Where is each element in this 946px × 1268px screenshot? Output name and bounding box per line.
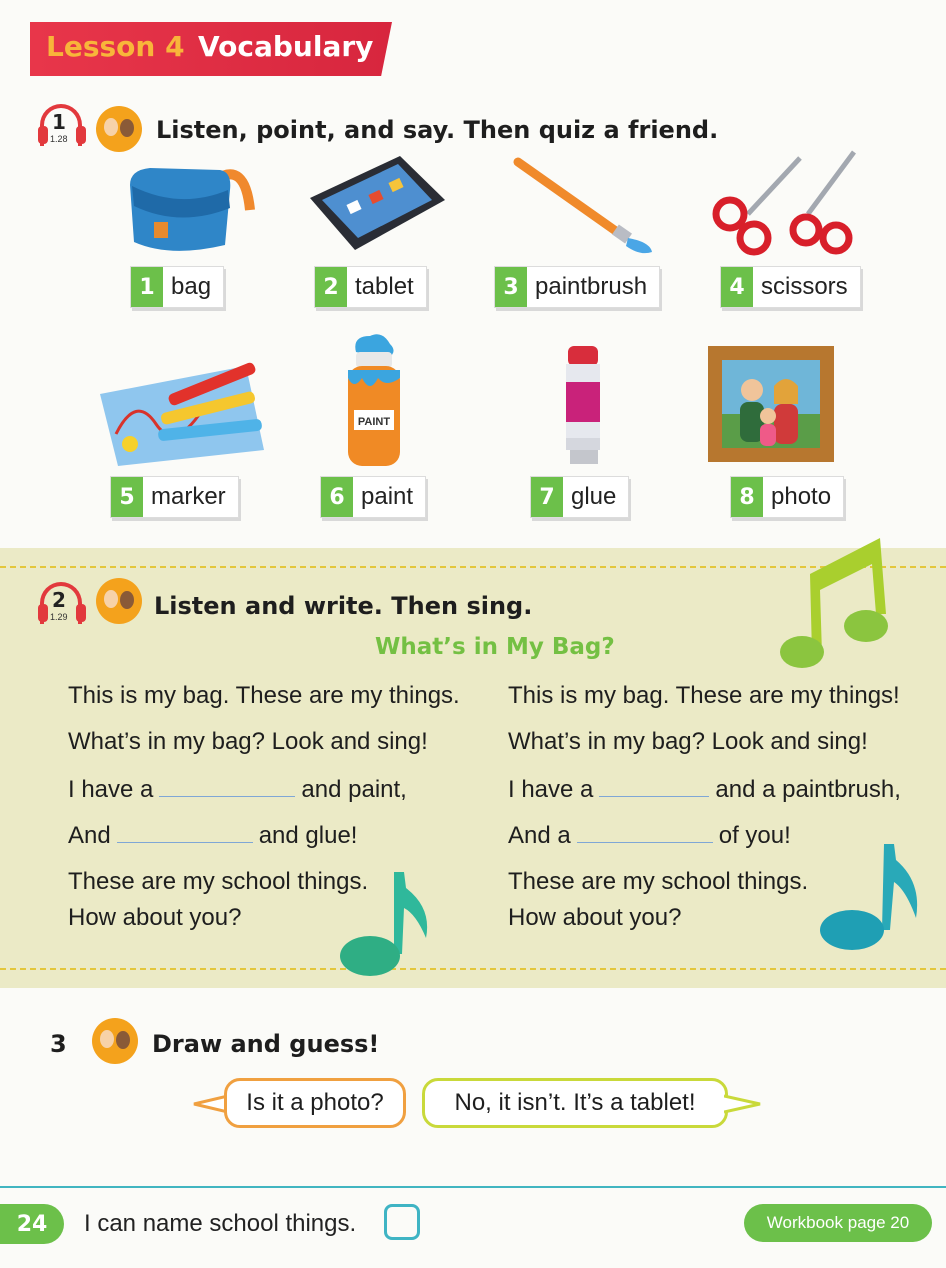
can-do-statement: I can name school things. xyxy=(84,1210,357,1237)
vocab-word: paintbrush xyxy=(535,273,648,300)
self-check-checkbox[interactable] xyxy=(384,1204,420,1240)
vocab-word: paint xyxy=(361,483,414,510)
track-number: 2 xyxy=(52,588,66,612)
lesson-number: Lesson 4 xyxy=(46,30,185,63)
paintbrush-icon xyxy=(513,157,652,254)
speech-tail-icon xyxy=(193,1094,228,1114)
vocab-label-1: 1 bag xyxy=(130,266,225,308)
vocab-word: bag xyxy=(171,273,212,300)
vocab-label-5: 5 marker xyxy=(110,476,239,518)
song-title: What’s in My Bag? xyxy=(375,634,615,660)
track-number: 1 xyxy=(52,110,66,134)
photo-icon xyxy=(708,346,834,462)
vocab-label-6: 6 paint xyxy=(320,476,427,518)
track-code: 1.29 xyxy=(50,612,68,622)
lyric-line: How about you? xyxy=(508,904,682,931)
lyric-line: I have a and paint, xyxy=(68,774,407,803)
divider xyxy=(0,968,946,970)
footer-divider xyxy=(0,1186,946,1188)
tablet-icon xyxy=(310,156,445,250)
vocab-label-2: 2 tablet xyxy=(314,266,427,308)
lyric-line: These are my school things. xyxy=(68,868,369,895)
lyric-line: What’s in my bag? Look and sing! xyxy=(68,728,428,755)
lyric-line: What’s in my bag? Look and sing! xyxy=(508,728,868,755)
vocab-word: photo xyxy=(771,483,832,510)
page-number: 24 xyxy=(0,1204,64,1244)
glue-icon xyxy=(566,346,600,464)
audio-track-1-icon[interactable]: 1 1.28 xyxy=(38,104,90,150)
lyric-line: I have a and a paintbrush, xyxy=(508,774,901,803)
lyric-line: And a of you! xyxy=(508,820,791,849)
fill-in-blank[interactable] xyxy=(159,774,296,797)
music-note-icon xyxy=(780,538,888,668)
workbook-reference: Workbook page 20 xyxy=(744,1204,932,1242)
marker-icon xyxy=(100,362,264,466)
group-work-icon xyxy=(96,578,142,624)
activity-3-instruction: Draw and guess! xyxy=(152,1030,380,1058)
vocab-word: glue xyxy=(571,483,617,510)
lesson-title: Vocabulary xyxy=(198,30,374,63)
music-note-icon xyxy=(820,844,918,950)
pair-work-icon xyxy=(92,1018,138,1064)
lyric-line: This is my bag. These are my things. xyxy=(68,682,460,709)
lyric-line: These are my school things. xyxy=(508,868,809,895)
vocab-label-8: 8 photo xyxy=(730,476,845,518)
activity-2-instruction: Listen and write. Then sing. xyxy=(154,592,533,620)
fill-in-blank[interactable] xyxy=(599,774,710,797)
paint-icon: PAINT xyxy=(348,334,400,466)
svg-text:PAINT: PAINT xyxy=(358,416,390,428)
fill-in-blank[interactable] xyxy=(116,820,253,843)
pair-work-icon xyxy=(96,106,142,152)
fill-in-blank[interactable] xyxy=(576,820,713,843)
scissors-icon xyxy=(712,150,857,256)
track-code: 1.28 xyxy=(50,134,68,144)
activity-1-instruction: Listen, point, and say. Then quiz a frie… xyxy=(156,116,719,144)
speech-tail-icon xyxy=(724,1094,761,1114)
vocab-word: scissors xyxy=(761,273,848,300)
activity-3-number: 3 xyxy=(50,1030,67,1058)
vocab-label-4: 4 scissors xyxy=(720,266,861,308)
vocab-word: tablet xyxy=(355,273,414,300)
vocab-label-3: 3 paintbrush xyxy=(494,266,661,308)
bag-icon xyxy=(130,168,255,251)
lyric-line: How about you? xyxy=(68,904,242,931)
audio-track-2-icon[interactable]: 2 1.29 xyxy=(38,582,90,628)
vocab-word: marker xyxy=(151,483,226,510)
speech-bubble-question: Is it a photo? xyxy=(224,1078,406,1128)
lyric-line: This is my bag. These are my things! xyxy=(508,682,900,709)
speech-bubble-answer: No, it isn’t. It’s a tablet! xyxy=(422,1078,728,1128)
vocab-label-7: 7 glue xyxy=(530,476,630,518)
lyric-line: And and glue! xyxy=(68,820,358,849)
